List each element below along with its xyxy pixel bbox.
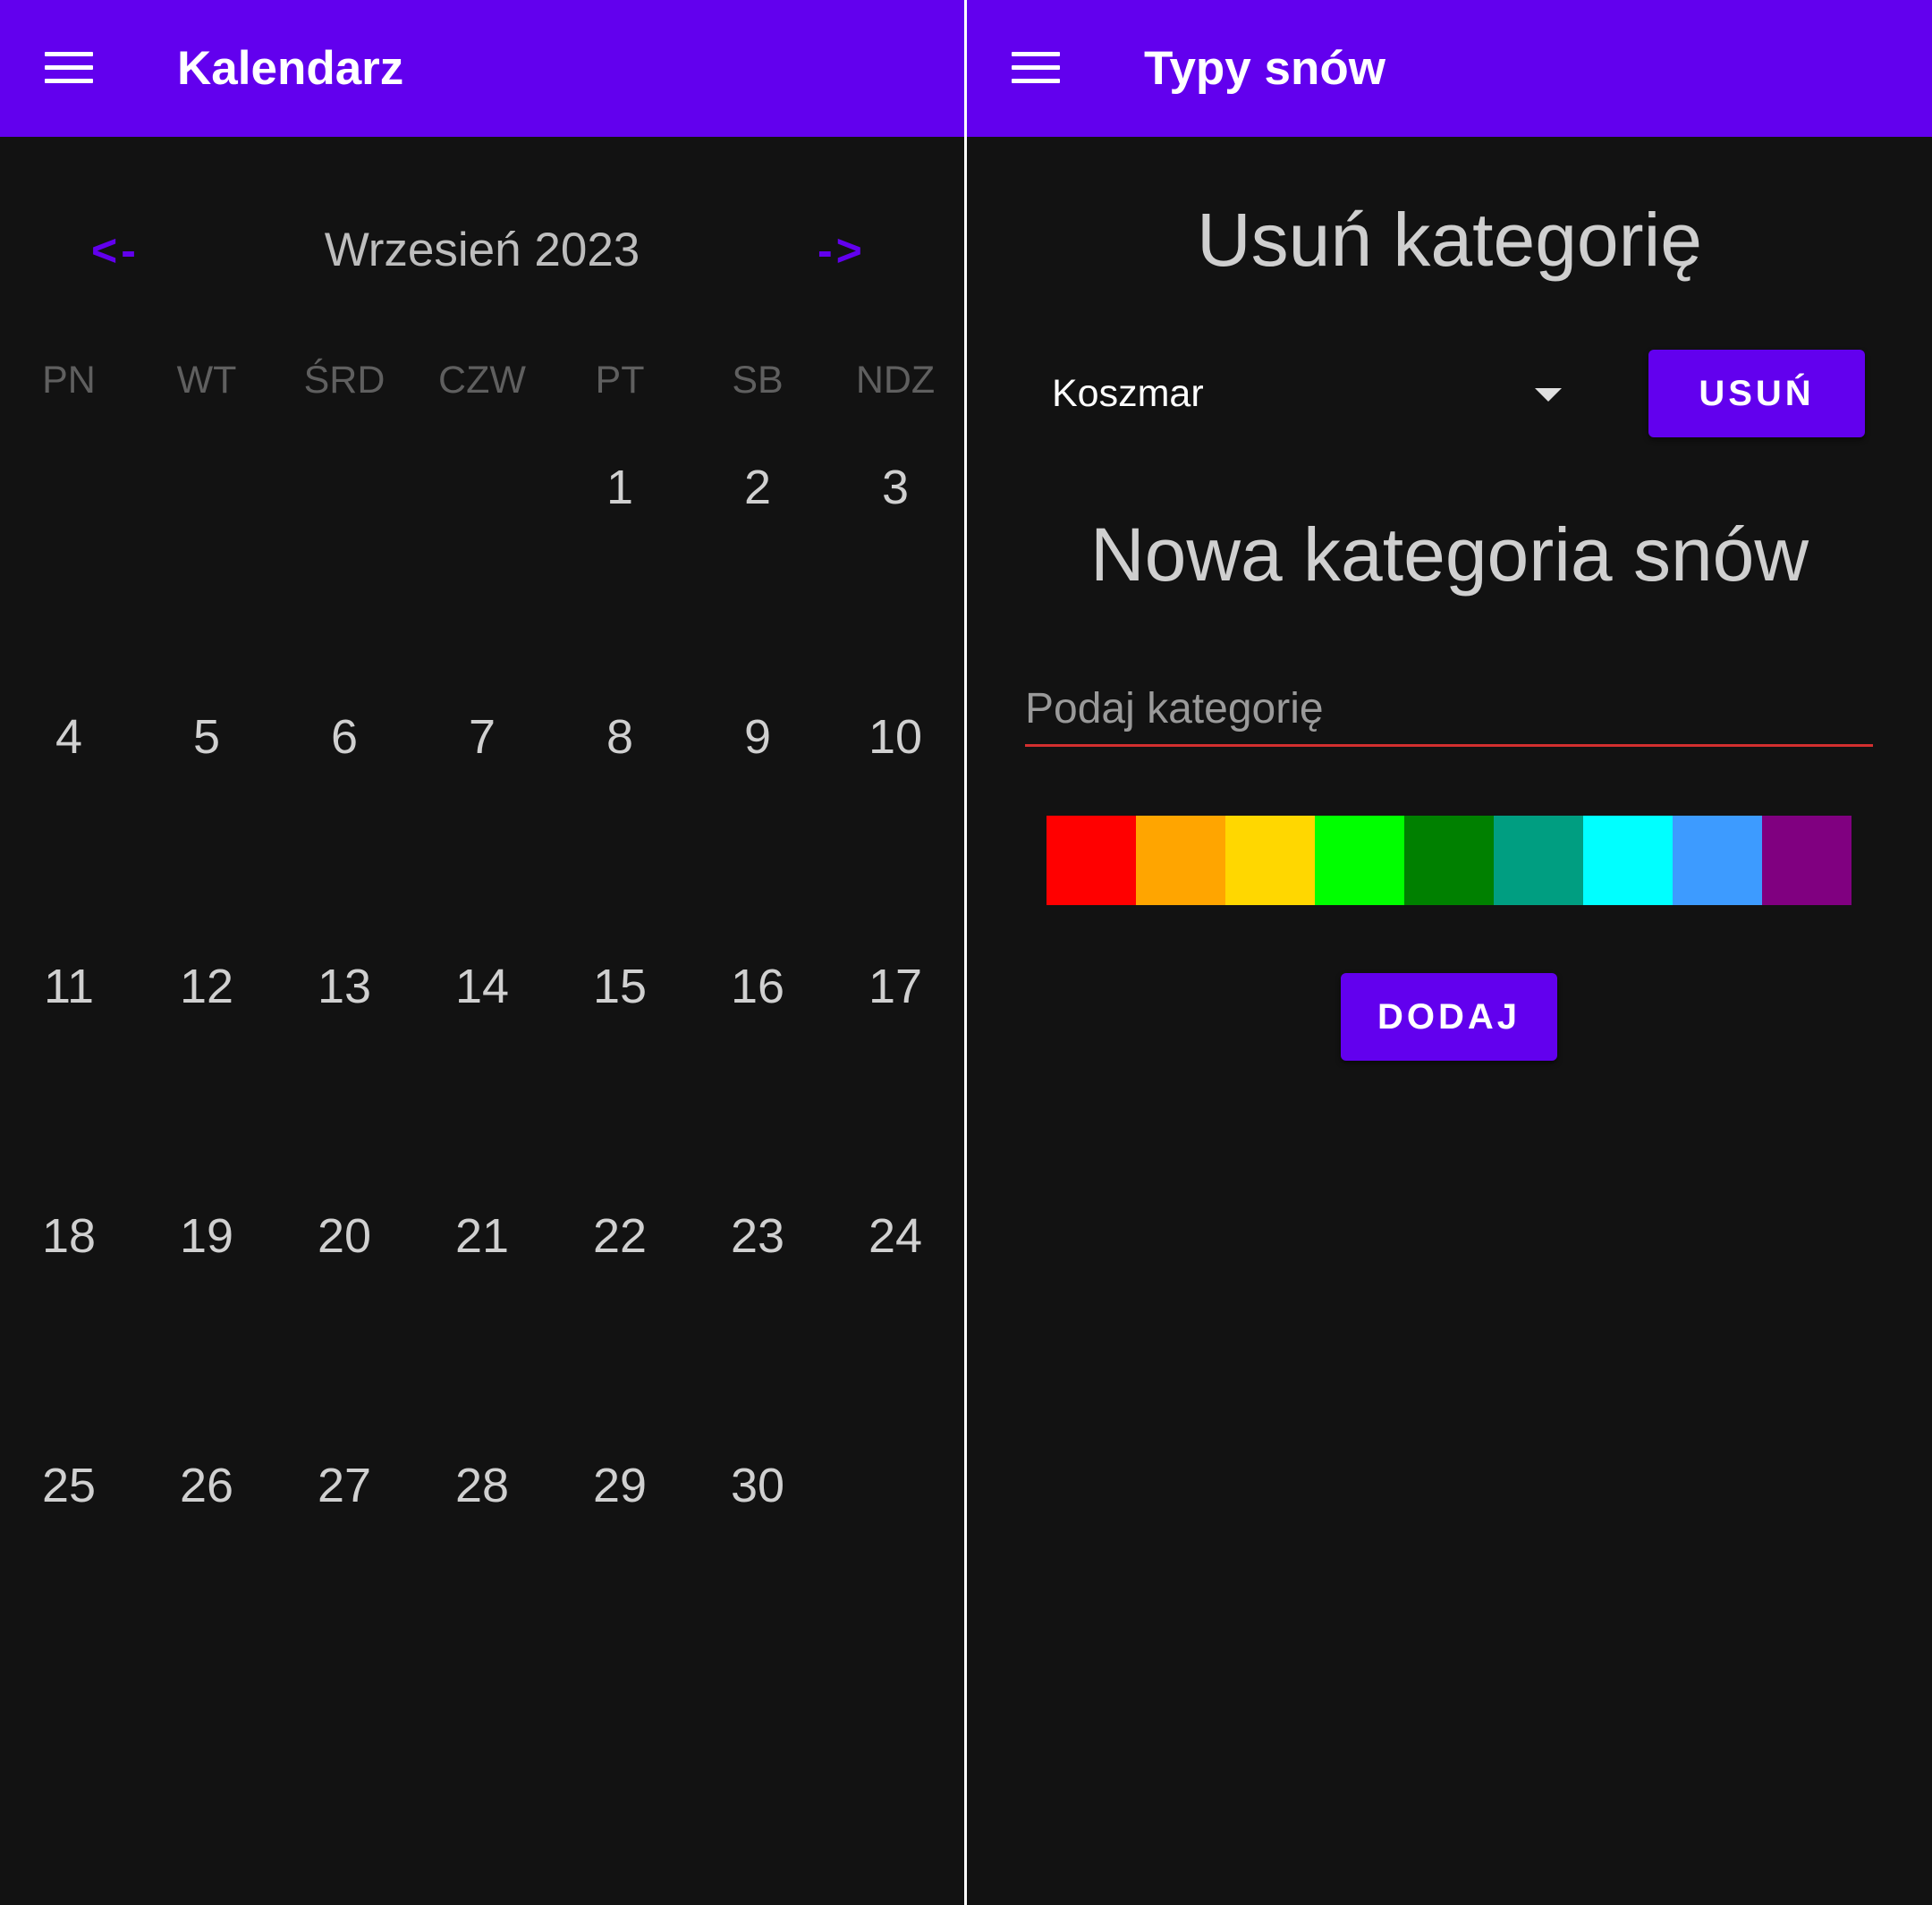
add-button[interactable]: DODAJ [1341,973,1557,1061]
day-cell[interactable]: 22 [551,1196,689,1445]
day-cell[interactable]: 1 [551,447,689,697]
day-cell[interactable]: 25 [0,1445,138,1695]
calendar-title: Kalendarz [177,42,404,95]
weekday-label: PN [42,359,96,402]
next-month-button[interactable]: -> [818,215,866,286]
day-cell[interactable]: 14 [413,946,551,1196]
day-cell[interactable]: 5 [138,697,275,946]
color-swatch[interactable] [1494,816,1583,905]
day-cell[interactable]: 6 [275,697,413,946]
weekday-label: ŚRD [303,359,386,402]
prev-month-button[interactable]: <- [91,215,140,286]
day-cell[interactable]: 12 [138,946,275,1196]
category-dropdown-value: Koszmar [1052,372,1204,415]
day-cell[interactable]: 30 [689,1445,826,1695]
calendar-days-grid: 1 2 3 4 5 6 7 8 9 10 11 12 13 14 15 16 17 18 19 20 21 22 23 24 2… [0,447,964,1695]
day-cell[interactable]: 8 [551,697,689,946]
calendar-app-bar: Kalendarz [0,0,964,137]
day-cell[interactable]: 18 [0,1196,138,1445]
day-cell[interactable]: 15 [551,946,689,1196]
day-cell[interactable]: 16 [689,946,826,1196]
weekday-header: PN WT ŚRD CZW PT SB NDZ [0,353,964,407]
color-swatch[interactable] [1673,816,1762,905]
empty-day-cell [0,447,138,697]
day-cell[interactable]: 21 [413,1196,551,1445]
new-category-heading: Nowa kategoria snów [1089,512,1809,597]
color-palette [1046,816,1852,905]
day-cell[interactable]: 28 [413,1445,551,1695]
color-swatch[interactable] [1136,816,1225,905]
category-dropdown[interactable]: Koszmar [1052,358,1562,429]
day-cell[interactable]: 20 [275,1196,413,1445]
calendar-screen: Kalendarz Wrzesień 2023 <- -> PN WT ŚRD … [0,0,964,1905]
color-swatch[interactable] [1046,816,1136,905]
day-cell[interactable]: 17 [826,946,964,1196]
day-cell[interactable]: 19 [138,1196,275,1445]
weekday-label: CZW [438,359,526,402]
day-cell[interactable]: 24 [826,1196,964,1445]
dream-types-screen: Typy snów Usuń kategorię Koszmar USUŃ No… [967,0,1932,1905]
day-cell[interactable]: 7 [413,697,551,946]
month-navigation: Wrzesień 2023 <- -> [0,215,964,286]
dropdown-arrow-icon [1535,388,1562,402]
color-swatch[interactable] [1762,816,1852,905]
day-cell[interactable]: 3 [826,447,964,697]
dream-types-app-bar: Typy snów [967,0,1932,137]
weekday-label: NDZ [855,359,936,402]
app-root: Kalendarz Wrzesień 2023 <- -> PN WT ŚRD … [0,0,1932,1905]
empty-day-cell [275,447,413,697]
day-cell[interactable]: 23 [689,1196,826,1445]
day-cell[interactable]: 11 [0,946,138,1196]
delete-button[interactable]: USUŃ [1648,350,1865,437]
empty-day-cell [138,447,275,697]
color-swatch[interactable] [1315,816,1404,905]
weekday-label: PT [595,359,645,402]
menu-icon[interactable] [1012,52,1060,84]
weekday-label: WT [176,359,237,402]
dream-types-title: Typy snów [1144,42,1385,95]
empty-day-cell [413,447,551,697]
day-cell[interactable]: 10 [826,697,964,946]
color-swatch[interactable] [1404,816,1494,905]
weekday-label: SB [732,359,784,402]
day-cell[interactable]: 26 [138,1445,275,1695]
day-cell[interactable]: 27 [275,1445,413,1695]
day-cell[interactable]: 2 [689,447,826,697]
day-cell[interactable]: 9 [689,697,826,946]
day-cell[interactable]: 29 [551,1445,689,1695]
category-name-input[interactable] [1025,673,1873,747]
color-swatch[interactable] [1225,816,1315,905]
day-cell[interactable]: 13 [275,946,413,1196]
day-cell[interactable]: 4 [0,697,138,946]
color-swatch[interactable] [1583,816,1673,905]
menu-icon[interactable] [45,52,93,84]
delete-category-heading: Usuń kategorię [1197,198,1702,282]
